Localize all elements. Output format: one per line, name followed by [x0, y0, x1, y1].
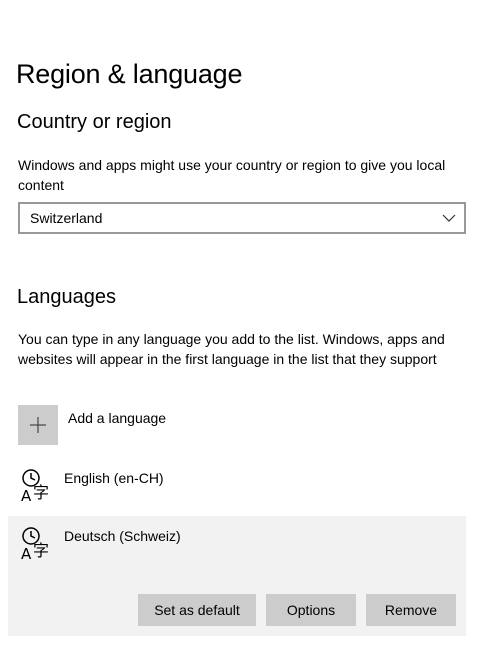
language-item-english[interactable]: A 字 English (en-CH): [8, 458, 466, 516]
svg-text:字: 字: [33, 483, 49, 502]
chevron-down-icon: [442, 214, 456, 222]
svg-text:字: 字: [33, 541, 49, 560]
language-item-deutsch[interactable]: A 字 Deutsch (Schweiz) Set as default Opt…: [8, 516, 466, 636]
remove-button[interactable]: Remove: [366, 594, 456, 626]
country-dropdown-value: Switzerland: [30, 210, 103, 226]
languages-description: You can type in any language you add to …: [18, 331, 445, 367]
language-name: Deutsch (Schweiz): [64, 528, 181, 544]
svg-text:A: A: [21, 545, 32, 562]
add-language-box[interactable]: [18, 405, 58, 445]
language-icon: A 字: [21, 469, 49, 504]
country-dropdown[interactable]: Switzerland: [18, 202, 466, 234]
svg-text:A: A: [21, 487, 32, 504]
set-as-default-button[interactable]: Set as default: [138, 594, 256, 626]
add-language-label: Add a language: [68, 410, 167, 426]
add-language-button[interactable]: Add a language: [18, 405, 318, 447]
options-button[interactable]: Options: [266, 594, 356, 626]
language-icon: A 字: [21, 527, 49, 562]
settings-page: Region & language Country or region Wind…: [0, 0, 487, 670]
country-heading: Country or region: [17, 111, 172, 133]
languages-heading: Languages: [17, 286, 116, 308]
country-description: Windows and apps might use your country …: [18, 157, 446, 193]
plus-icon: [30, 417, 46, 433]
page-title: Region & language: [16, 59, 243, 89]
language-name: English (en-CH): [64, 470, 164, 486]
